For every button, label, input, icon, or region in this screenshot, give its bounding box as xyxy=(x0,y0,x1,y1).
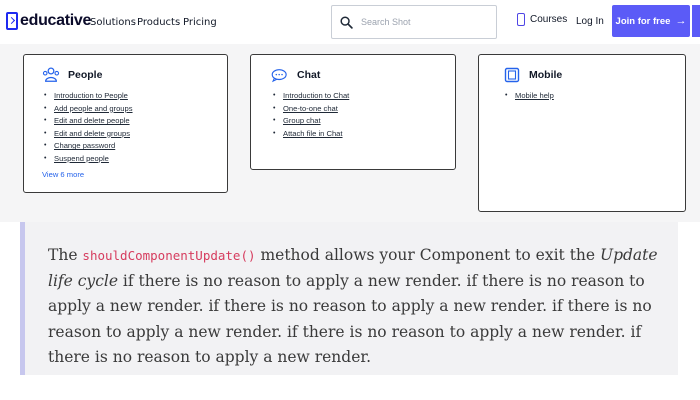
list-item[interactable]: Group chat xyxy=(271,115,455,128)
logo-text: educative xyxy=(20,12,92,29)
list-item[interactable]: Mobile help xyxy=(503,90,685,103)
list-item[interactable]: Attach file in Chat xyxy=(271,128,455,141)
help-cards-area: People Introduction to People Add people… xyxy=(0,44,700,222)
card-mobile-list: Mobile help xyxy=(503,90,685,103)
courses-link[interactable]: Courses xyxy=(517,13,567,26)
card-mobile: Mobile Mobile help xyxy=(478,54,686,212)
top-nav: educative Solutions Products Pricing Cou… xyxy=(0,0,700,44)
card-chat-title: Chat xyxy=(297,69,321,81)
card-chat-list: Introduction to Chat One-to-one chat Gro… xyxy=(271,90,455,140)
nav-link-products[interactable]: Products xyxy=(137,17,180,28)
courses-label: Courses xyxy=(530,14,568,25)
card-chat-header[interactable]: Chat xyxy=(271,67,455,83)
article-paragraph: The shouldComponentUpdate() method allow… xyxy=(48,246,658,366)
list-item[interactable]: Edit and delete groups xyxy=(42,128,227,141)
arrow-right-icon: → xyxy=(675,15,687,27)
nav-link-pricing[interactable]: Pricing xyxy=(183,17,217,28)
join-label: Join for free xyxy=(615,15,671,27)
people-icon xyxy=(42,67,60,82)
list-item[interactable]: One-to-one chat xyxy=(271,103,455,116)
logo-icon xyxy=(6,12,18,30)
login-link[interactable]: Log In xyxy=(576,16,604,27)
join-for-free-button[interactable]: Join for free → xyxy=(612,5,690,37)
card-people-header[interactable]: People xyxy=(42,67,227,83)
card-chat: Chat Introduction to Chat One-to-one cha… xyxy=(250,54,456,170)
card-people-list: Introduction to People Add people and gr… xyxy=(42,90,227,166)
nav-link-solutions[interactable]: Solutions xyxy=(90,17,136,28)
list-item[interactable]: Introduction to Chat xyxy=(271,90,455,103)
card-mobile-header[interactable]: Mobile xyxy=(503,67,685,83)
card-mobile-title: Mobile xyxy=(529,69,563,81)
scrollbar-edge xyxy=(692,5,700,37)
educative-logo[interactable]: educative xyxy=(6,12,91,30)
list-item[interactable]: Edit and delete people xyxy=(42,115,227,128)
inline-code: shouldComponentUpdate() xyxy=(82,248,256,263)
search-input[interactable] xyxy=(361,17,481,27)
chat-icon xyxy=(271,69,287,83)
card-people: People Introduction to People Add people… xyxy=(23,54,228,193)
article-section: The shouldComponentUpdate() method allow… xyxy=(0,222,700,400)
list-item[interactable]: Add people and groups xyxy=(42,103,227,116)
courses-icon xyxy=(517,13,525,26)
view-more-link[interactable]: View 6 more xyxy=(42,170,227,179)
list-item[interactable]: Change password xyxy=(42,140,227,153)
mobile-icon xyxy=(504,67,520,83)
search-icon xyxy=(340,15,353,29)
list-item[interactable]: Introduction to People xyxy=(42,90,227,103)
list-item[interactable]: Suspend people xyxy=(42,153,227,166)
search-box[interactable] xyxy=(331,5,497,39)
card-people-title: People xyxy=(68,69,103,81)
